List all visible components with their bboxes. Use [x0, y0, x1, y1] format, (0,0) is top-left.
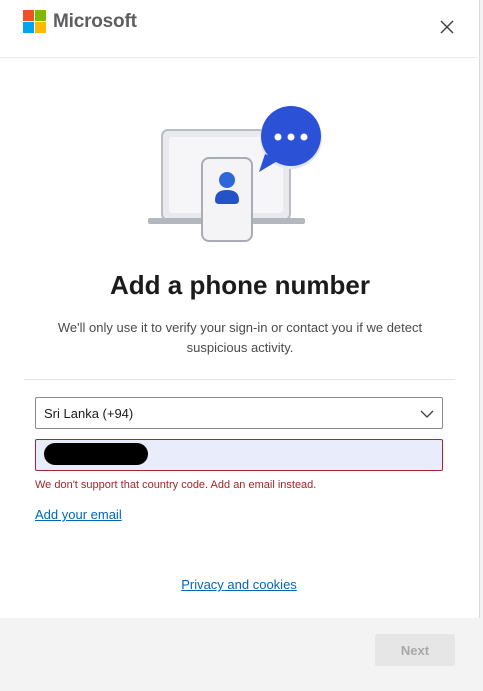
next-button[interactable]: Next — [375, 634, 455, 666]
page-title: Add a phone number — [110, 270, 370, 300]
error-message: We don't support that country code. Add … — [35, 479, 317, 491]
chevron-down-icon — [420, 410, 434, 418]
dialog-footer: Next — [0, 618, 480, 691]
redaction-mark — [44, 443, 148, 465]
add-email-link[interactable]: Add your email — [35, 507, 122, 522]
sign-in-dialog: Microsoft Add a phone number We'll only … — [0, 0, 480, 691]
close-icon — [440, 20, 454, 34]
phone-laptop-illustration — [148, 106, 322, 242]
page-description: We'll only use it to verify your sign-in… — [57, 320, 423, 355]
privacy-footer: Privacy and cookies — [0, 577, 478, 592]
country-code-value: Sri Lanka (+94) — [44, 405, 134, 421]
dialog-header: Microsoft — [0, 0, 480, 58]
brand-name: Microsoft — [53, 10, 137, 32]
privacy-cookies-link[interactable]: Privacy and cookies — [181, 577, 297, 592]
close-button[interactable] — [436, 16, 458, 38]
microsoft-logo: Microsoft — [23, 10, 137, 33]
country-code-select[interactable]: Sri Lanka (+94) — [35, 397, 443, 429]
microsoft-logo-icon — [23, 10, 46, 33]
divider — [24, 379, 455, 380]
